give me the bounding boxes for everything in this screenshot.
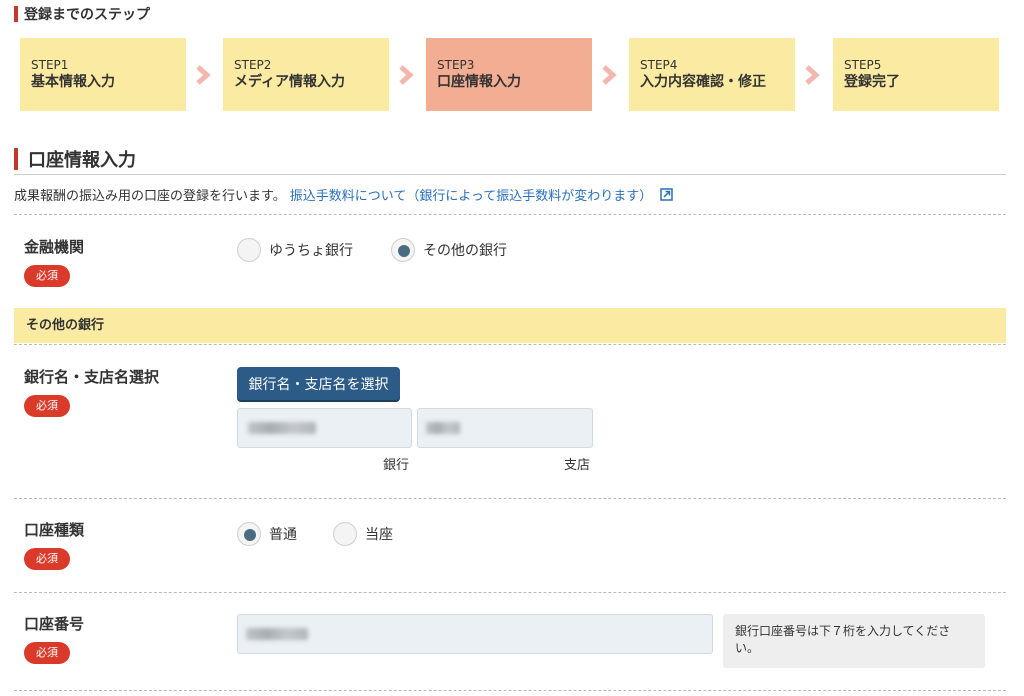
branch-caption: 支店: [564, 458, 591, 473]
bank-branch-label: 銀行名・支店名選択: [24, 368, 160, 386]
step-3-current: STEP3 口座情報入力: [426, 38, 592, 111]
account-number-hint: 銀行口座番号は下７桁を入力してください。: [723, 614, 985, 668]
divider: [14, 592, 1006, 593]
select-bank-branch-button[interactable]: 銀行名・支店名を選択: [237, 367, 400, 400]
transfer-fee-link[interactable]: 振込手数料について（銀行によって振込手数料が変わります）: [290, 185, 653, 204]
radio-checking[interactable]: 当座: [333, 522, 393, 546]
step-name: 登録完了: [844, 74, 900, 90]
intro-description: 成果報酬の振込み用の口座の登録を行います。: [14, 189, 286, 204]
required-badge: 必須: [24, 395, 70, 417]
steps-heading-text: 登録までのステップ: [24, 7, 150, 23]
section-title-text: 口座情報入力: [28, 150, 136, 171]
redacted-value: [426, 422, 460, 434]
divider: [14, 498, 1006, 499]
step-name: 基本情報入力: [31, 74, 115, 90]
account-number-field[interactable]: [237, 614, 713, 654]
required-badge: 必須: [24, 642, 70, 664]
radio-label: ゆうちょ銀行: [269, 243, 353, 259]
bank-name-field[interactable]: [237, 408, 412, 448]
section-title: 口座情報入力: [14, 148, 136, 171]
radio-ordinary[interactable]: 普通: [237, 522, 297, 546]
step-name: メディア情報入力: [234, 74, 346, 90]
step-4: STEP4 入力内容確認・修正: [629, 38, 795, 111]
chevron-right-icon: [196, 65, 211, 85]
account-number-label: 口座番号: [24, 615, 85, 633]
step-number: STEP5: [844, 58, 882, 72]
step-1: STEP1 基本情報入力: [20, 38, 186, 111]
radio-label: 当座: [365, 527, 393, 543]
redacted-value: [246, 628, 308, 640]
title-divider: [14, 174, 1006, 175]
other-bank-heading: その他の銀行: [14, 308, 1006, 343]
chevron-right-icon: [602, 65, 617, 85]
chevron-right-icon: [805, 65, 820, 85]
chevron-right-icon: [399, 65, 414, 85]
divider: [14, 214, 1006, 215]
radio-circle[interactable]: [237, 238, 261, 262]
step-progress: STEP1 基本情報入力 STEP2 メディア情報入力 STEP3 口座情報入力…: [20, 38, 1000, 111]
steps-heading: 登録までのステップ: [14, 5, 150, 23]
intro-text: 成果報酬の振込み用の口座の登録を行います。 振込手数料について（銀行によって振込…: [14, 185, 674, 204]
required-badge: 必須: [24, 265, 70, 287]
step-2: STEP2 メディア情報入力: [223, 38, 389, 111]
step-number: STEP3: [437, 58, 475, 72]
step-name: 入力内容確認・修正: [640, 74, 766, 90]
external-link-icon[interactable]: [660, 188, 674, 201]
radio-label: 普通: [269, 527, 297, 543]
financial-institution-label: 金融機関: [24, 238, 85, 256]
bank-caption: 銀行: [383, 458, 410, 473]
divider: [14, 344, 1006, 345]
radio-label: その他の銀行: [423, 243, 507, 259]
step-number: STEP1: [31, 58, 69, 72]
step-number: STEP4: [640, 58, 678, 72]
radio-circle-checked[interactable]: [391, 238, 415, 262]
radio-other-bank[interactable]: その他の銀行: [391, 238, 507, 262]
step-5: STEP5 登録完了: [833, 38, 999, 111]
radio-circle[interactable]: [333, 522, 357, 546]
account-type-label: 口座種類: [24, 521, 85, 539]
radio-circle-checked[interactable]: [237, 522, 261, 546]
title-accent-bar: [14, 148, 18, 170]
step-name: 口座情報入力: [437, 74, 521, 90]
step-number: STEP2: [234, 58, 272, 72]
heading-accent-bar: [14, 6, 18, 22]
redacted-value: [248, 422, 316, 434]
divider: [14, 690, 1006, 691]
required-badge: 必須: [24, 548, 70, 570]
radio-yucho-bank[interactable]: ゆうちょ銀行: [237, 238, 353, 262]
branch-name-field[interactable]: [417, 408, 593, 448]
